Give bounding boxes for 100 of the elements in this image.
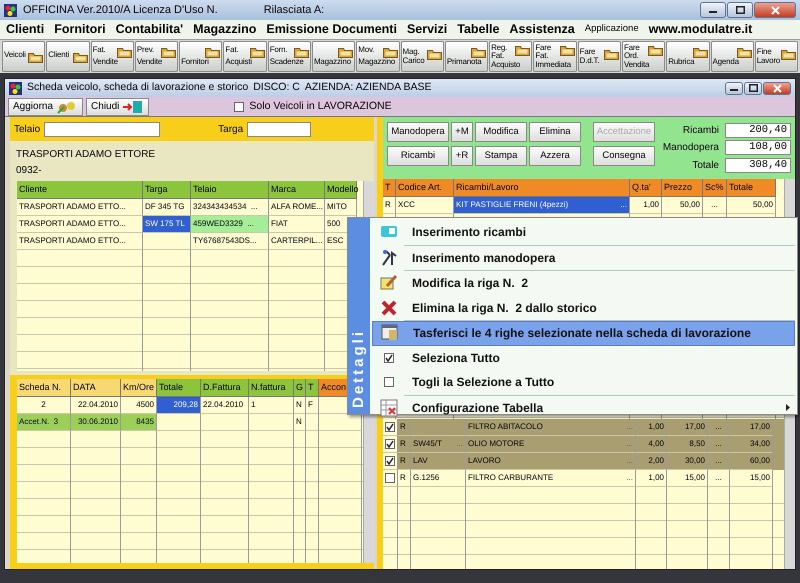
menu-item[interactable]: Seleziona Tutto bbox=[372, 346, 795, 370]
menu-item[interactable]: Tabelle bbox=[457, 20, 500, 39]
menu-item[interactable]: Tasferisci le 4 righe selezionate nella scheda di lavorazione bbox=[372, 321, 795, 346]
menu-item[interactable]: Fornitori bbox=[54, 20, 106, 39]
ellipsis-button[interactable]: ... bbox=[711, 197, 718, 213]
checkbox[interactable] bbox=[384, 352, 394, 363]
ellipsis-button[interactable]: ... bbox=[715, 470, 722, 486]
toolbar-button[interactable]: Fare Fat. Immediata bbox=[533, 41, 577, 72]
toolbar-button[interactable]: Agenda bbox=[710, 41, 754, 72]
toolbar-button[interactable]: Clienti bbox=[46, 41, 90, 72]
column-header[interactable]: Prezzo bbox=[662, 179, 703, 197]
action-button[interactable]: Modifica bbox=[475, 122, 527, 142]
action-button[interactable]: Manodopera bbox=[387, 122, 449, 142]
menu-item[interactable]: Emissione Documenti bbox=[266, 20, 397, 39]
column-header[interactable]: Cliente bbox=[17, 181, 143, 199]
action-button[interactable]: +R bbox=[451, 146, 473, 166]
ellipsis-button[interactable]: ... bbox=[620, 197, 627, 213]
menu-item[interactable]: Elimina la riga N. 2 dallo storico bbox=[372, 296, 795, 320]
delete-icon bbox=[380, 298, 398, 317]
column-header[interactable]: G bbox=[294, 379, 306, 397]
toolbar-button[interactable]: Mov. Magazzino bbox=[356, 41, 400, 72]
action-button[interactable]: +M bbox=[451, 122, 473, 142]
minimize-button[interactable] bbox=[700, 2, 726, 18]
menu-item[interactable]: Modifica la riga N. 2 bbox=[372, 271, 795, 296]
action-button[interactable]: Ricambi bbox=[387, 146, 449, 166]
column-header[interactable]: Sc% bbox=[703, 179, 727, 197]
column-header[interactable]: Totale bbox=[727, 179, 776, 197]
column-header[interactable]: DATA bbox=[71, 379, 121, 397]
column-header[interactable]: Ricambi/Lavoro bbox=[454, 179, 630, 197]
action-button[interactable]: Azzera bbox=[529, 146, 581, 166]
column-header[interactable]: Marca bbox=[269, 181, 325, 199]
menu-item[interactable]: Assistenza bbox=[509, 20, 575, 39]
table-cell: ALFA ROME... bbox=[269, 199, 325, 216]
toolbar-button[interactable]: Mag. Carico bbox=[400, 41, 444, 72]
table-cell: 22.04.2010 bbox=[201, 397, 249, 414]
menu-item[interactable]: Clienti bbox=[6, 20, 44, 39]
website-link[interactable]: www.modulatre.it bbox=[648, 20, 752, 39]
toolbar-button[interactable]: Magazzino bbox=[312, 41, 356, 72]
toolbar-button[interactable]: Prev. Vendite bbox=[134, 41, 178, 72]
minimize-button[interactable] bbox=[725, 82, 743, 94]
menu-item[interactable]: Contabilita' bbox=[116, 20, 184, 39]
toolbar-button[interactable]: Veicoli bbox=[2, 41, 46, 72]
column-header[interactable]: Q.ta' bbox=[630, 179, 662, 197]
toolbar-button[interactable]: Fat. Acquisti bbox=[223, 41, 267, 72]
toolbar-button[interactable]: Reg. Fat. Acquisto bbox=[489, 41, 532, 72]
toolbar-button[interactable]: Fare Ord. Vendita bbox=[622, 41, 666, 72]
window-title: OFFICINA Ver.2010/A Licenza D'Uso N. bbox=[23, 2, 218, 18]
folder-icon bbox=[205, 46, 220, 58]
toolbar-button[interactable]: Primanota bbox=[444, 41, 488, 72]
close-button[interactable] bbox=[763, 82, 791, 94]
menu-item[interactable]: Configurazione Tabella bbox=[372, 396, 795, 420]
ellipsis-button[interactable]: ... bbox=[715, 419, 722, 435]
input-field[interactable] bbox=[247, 122, 312, 136]
column-header[interactable]: T bbox=[306, 379, 319, 397]
menu-item[interactable]: Servizi bbox=[406, 20, 448, 39]
folder-icon bbox=[72, 50, 88, 62]
column-header[interactable]: Totale bbox=[157, 379, 201, 397]
column-header[interactable]: D.Fattura bbox=[201, 379, 249, 397]
ellipsis-button[interactable]: ... bbox=[715, 453, 722, 469]
toolbar-button[interactable]: Rubrica bbox=[666, 41, 710, 72]
maximize-icon bbox=[736, 6, 744, 14]
toolbar-button[interactable]: Fare D.d.T. bbox=[578, 41, 621, 72]
menu-item[interactable]: Inserimento manodopera bbox=[372, 246, 795, 270]
action-button[interactable]: Elimina bbox=[529, 122, 581, 142]
maximize-button[interactable] bbox=[727, 2, 753, 18]
checkbox[interactable] bbox=[385, 456, 395, 466]
folder-icon bbox=[116, 46, 132, 58]
maximize-button[interactable] bbox=[744, 82, 762, 94]
checkbox[interactable] bbox=[385, 473, 395, 483]
column-header[interactable]: Km/Ore bbox=[121, 379, 157, 397]
close-button[interactable]: Chiudi bbox=[86, 98, 150, 116]
checkbox[interactable] bbox=[385, 439, 395, 449]
checkbox[interactable] bbox=[234, 102, 244, 112]
menu-item[interactable]: Magazzino bbox=[193, 20, 256, 39]
checkbox[interactable] bbox=[385, 422, 395, 432]
refresh-button[interactable]: Aggiorna bbox=[8, 98, 84, 116]
toolbar-button[interactable]: Fine Lavoro bbox=[754, 41, 798, 72]
folder-icon bbox=[781, 48, 796, 60]
input-field[interactable] bbox=[44, 122, 160, 136]
action-button[interactable]: Consegna bbox=[593, 146, 655, 166]
table-cell: R bbox=[398, 453, 411, 470]
toolbar-button[interactable]: Fornitori bbox=[179, 41, 222, 72]
column-header[interactable]: Telaio bbox=[191, 181, 269, 199]
menu-item[interactable]: Inserimento ricambi bbox=[372, 220, 795, 244]
checkbox[interactable] bbox=[384, 377, 394, 388]
table-cell: Accet.N. 3 bbox=[17, 414, 71, 431]
total-field: 108,00 bbox=[725, 140, 791, 156]
column-header[interactable]: T bbox=[383, 179, 396, 197]
column-header[interactable]: Targa bbox=[143, 181, 191, 199]
column-header[interactable]: Codice Art. bbox=[396, 179, 454, 197]
toolbar-button[interactable]: Fat. Vendite bbox=[90, 41, 134, 72]
menu-item[interactable]: Togli la Selezione a Tutto bbox=[372, 370, 795, 394]
table-cell: 8435 bbox=[121, 414, 157, 431]
ellipsis-button[interactable]: ... bbox=[715, 436, 722, 452]
close-button[interactable] bbox=[754, 2, 796, 18]
action-button[interactable]: Stampa bbox=[475, 146, 527, 166]
ellipsis-button[interactable]: ... bbox=[626, 470, 633, 486]
column-header[interactable]: N.fattura bbox=[249, 379, 294, 397]
toolbar-button[interactable]: Forn. Scadenze bbox=[268, 41, 311, 72]
column-header[interactable]: Scheda N. bbox=[17, 379, 71, 397]
